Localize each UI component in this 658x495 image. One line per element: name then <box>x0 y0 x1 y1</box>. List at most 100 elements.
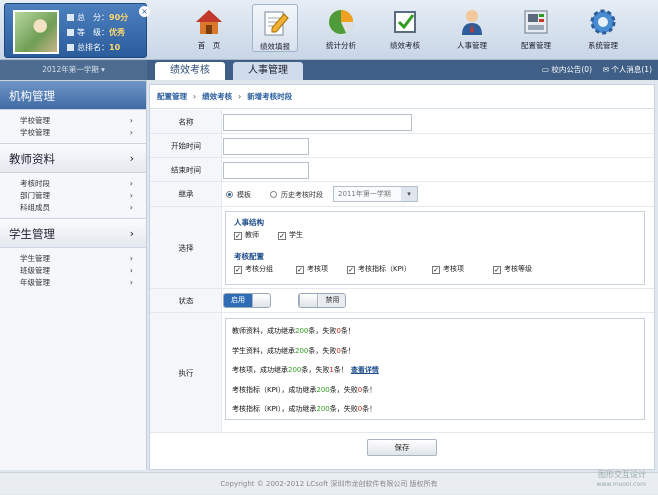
sidebar-item-label: 班级管理 <box>20 266 50 275</box>
sidebar-item[interactable]: 年级管理 › <box>0 277 146 289</box>
check-icon: ✓ <box>347 266 355 274</box>
toggle-knob <box>299 294 318 307</box>
choose-label: 选择 <box>178 243 194 252</box>
notice-label: 校内公告(0) <box>551 65 592 74</box>
sidebar-group-org[interactable]: 机构管理 <box>0 80 146 110</box>
nav-performance-fill-label: 绩效填报 <box>260 42 290 51</box>
chevron-right-icon: › <box>129 152 134 165</box>
profile-total-line: 总 分：90分 <box>67 12 128 23</box>
inherit-history-label: 历史考核时段 <box>281 191 323 199</box>
form-row-inherit: 继承 模板 历史考核时段 2011年第一学期 ▾ <box>150 182 654 207</box>
enable-toggle[interactable]: 启用 <box>223 293 271 308</box>
close-icon[interactable]: × <box>139 6 150 17</box>
save-button[interactable]: 保存 <box>367 439 437 456</box>
tab-bar: 绩效考核 人事管理 ▭ 校内公告(0) ✉ 个人消息(1) <box>147 60 658 80</box>
end-time-input[interactable] <box>223 162 309 179</box>
nav-home[interactable]: 首 页 <box>186 4 232 52</box>
sidebar-item-label: 部门管理 <box>20 191 50 200</box>
chevron-right-icon: › <box>129 116 133 125</box>
checkbox-teacher[interactable]: ✓ 教师 <box>234 230 259 240</box>
nav-performance-review[interactable]: 绩效考核 <box>382 4 428 52</box>
nav-config[interactable]: 配置管理 <box>513 4 559 52</box>
enable-label: 启用 <box>224 294 252 307</box>
sidebar-group-student[interactable]: 学生管理 › <box>0 218 146 248</box>
tab-performance[interactable]: 绩效考核 <box>155 62 225 80</box>
check-icon: ✓ <box>234 232 242 240</box>
avatar[interactable] <box>13 10 59 54</box>
notice-icon: ▭ <box>541 65 552 74</box>
sidebar-item[interactable]: 部门管理 › <box>0 190 146 202</box>
check-icon: ✓ <box>493 266 501 274</box>
profile-level-line: 等 级：优秀 <box>67 27 125 38</box>
personnel-section-title: 人事结构 <box>234 218 264 227</box>
sidebar-item[interactable]: 班级管理 › <box>0 265 146 277</box>
chevron-right-icon: › <box>129 203 133 212</box>
inherit-template-label: 模板 <box>237 191 251 199</box>
breadcrumb-item[interactable]: 绩效考核 <box>202 92 232 101</box>
check-icon: ✓ <box>234 266 242 274</box>
choose-box: 人事结构 ✓ 教师 ✓ 学生 考核配置 ✓ 考核分组 ✓ 考核项 ✓ 考核指标（KPI） … <box>225 211 645 285</box>
tab-personnel[interactable]: 人事管理 <box>233 62 303 80</box>
rank-icon <box>67 44 74 51</box>
sidebar-item[interactable]: 学校管理 › <box>0 127 146 139</box>
disable-label: 禁用 <box>319 294 345 307</box>
config-panel-icon <box>524 10 548 34</box>
log-line: 学生资料，成功继承200条，失败0条！ <box>232 346 355 355</box>
chevron-down-icon: ▾ <box>401 187 417 201</box>
nav-system[interactable]: 系统管理 <box>580 4 626 52</box>
checkbox-label: 考核项 <box>443 265 464 273</box>
checkbox-student[interactable]: ✓ 学生 <box>278 230 303 240</box>
semester-selector[interactable]: 2012年第一学期 ▾ <box>0 60 147 80</box>
checkbox-config-kpi[interactable]: ✓ 考核指标（KPI） <box>347 264 411 274</box>
form-row-name: 名称 <box>150 110 654 134</box>
inherit-history-radio[interactable]: 历史考核时段 <box>270 190 323 200</box>
checkbox-config-item-2[interactable]: ✓ 考核项 <box>432 264 464 274</box>
top-header: 总 分：90分 等 级：优秀 总排名：10 × 首 页 绩效填报 统计分析 绩效… <box>0 0 658 60</box>
nav-config-label: 配置管理 <box>521 41 551 50</box>
toggle-knob <box>252 294 270 307</box>
chevron-right-icon: › <box>129 179 133 188</box>
checkbox-label: 教师 <box>245 231 259 239</box>
radio-empty-icon <box>270 191 277 198</box>
level-value: 优秀 <box>109 28 125 37</box>
name-input[interactable] <box>223 114 412 131</box>
nav-performance-fill[interactable]: 绩效填报 <box>252 4 298 52</box>
sidebar-item[interactable]: 考核时段 › <box>0 178 146 190</box>
message-link[interactable]: ✉ 个人消息(1) <box>603 64 652 75</box>
start-time-input[interactable] <box>223 138 309 155</box>
notice-link[interactable]: ▭ 校内公告(0) <box>542 64 592 75</box>
footer: Copyright © 2002-2012 LCsoft 深圳市龙创软件有限公司… <box>0 472 658 494</box>
person-icon <box>462 10 482 35</box>
checkbox-config-level[interactable]: ✓ 考核等级 <box>493 264 532 274</box>
sidebar-item-label: 年级管理 <box>20 278 50 287</box>
sidebar-item[interactable]: 学生管理 › <box>0 253 146 265</box>
message-label: 个人消息(1) <box>611 65 652 74</box>
check-icon: ✓ <box>296 266 304 274</box>
main-panel: 配置管理 › 绩效考核 › 新增考核时段 名称 开始时间 结束时间 继承 模板 历史考核… <box>149 84 655 470</box>
inherit-template-radio[interactable]: 模板 <box>226 190 251 200</box>
gear-icon <box>590 9 616 35</box>
breadcrumb: 配置管理 › 绩效考核 › 新增考核时段 <box>150 85 654 109</box>
sidebar-group-teacher[interactable]: 教师资料 › <box>0 143 146 173</box>
chevron-right-icon: › <box>129 128 133 137</box>
pencil-form-icon <box>264 11 289 36</box>
checkbox-config-item[interactable]: ✓ 考核项 <box>296 264 328 274</box>
name-label: 名称 <box>178 117 194 126</box>
level-label: 等 级： <box>77 28 109 37</box>
sidebar-item[interactable]: 科组成员 › <box>0 202 146 214</box>
history-period-select[interactable]: 2011年第一学期 ▾ <box>333 186 418 202</box>
sidebar-item[interactable]: 学校管理 › <box>0 115 146 127</box>
profile-rank-line: 总排名：10 <box>67 42 120 53</box>
disable-toggle[interactable]: 禁用 <box>298 293 346 308</box>
sidebar-item-label: 学校管理 <box>20 128 50 137</box>
nav-home-label: 首 页 <box>197 41 221 50</box>
view-details-link[interactable]: 查看详情 <box>351 366 379 374</box>
breadcrumb-item[interactable]: 配置管理 <box>157 92 187 101</box>
log-line: 考核项，成功继承200条，失败1条！ 查看详情 <box>232 366 379 374</box>
nav-personnel[interactable]: 人事管理 <box>449 4 495 52</box>
nav-statistics[interactable]: 统计分析 <box>318 4 364 52</box>
checkbox-config-group[interactable]: ✓ 考核分组 <box>234 264 273 274</box>
chevron-right-icon: › <box>129 227 134 240</box>
start-time-label: 开始时间 <box>171 141 201 150</box>
level-icon <box>67 29 74 36</box>
